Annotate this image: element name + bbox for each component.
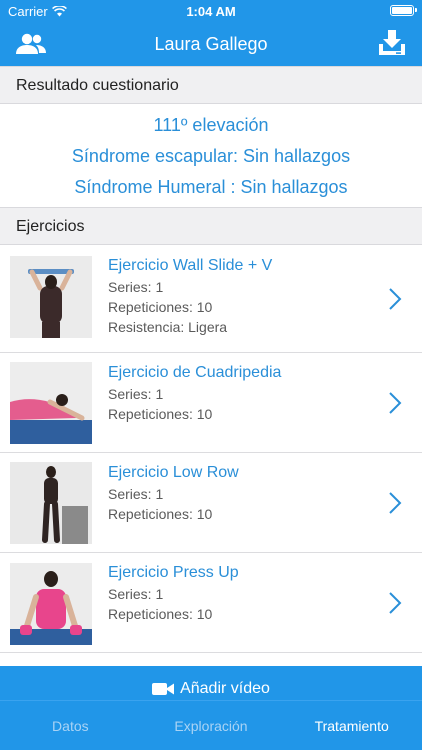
exercise-info: Ejercicio Press Up Series: 1 Repeticione…: [108, 563, 239, 624]
exercise-info: Ejercicio Wall Slide + V Series: 1 Repet…: [108, 256, 272, 337]
exercise-series: Series: 1: [108, 386, 164, 402]
chevron-right-icon: [389, 392, 402, 414]
exercise-thumbnail: [10, 563, 92, 645]
exercise-thumbnail: [10, 362, 92, 444]
exercise-info: Ejercicio de Cuadripedia Series: 1 Repet…: [108, 363, 281, 424]
section-title: Ejercicios: [16, 218, 85, 235]
exercise-repetitions: Repeticiones: 10: [108, 606, 213, 622]
status-bar: Carrier 1:04 AM: [0, 0, 422, 22]
result-humeral: Síndrome Humeral : Sin hallazgos: [74, 177, 348, 197]
section-header-exercises: Ejercicios: [0, 207, 422, 245]
exercise-series: Series: 1: [108, 279, 164, 295]
tab-datos[interactable]: Datos: [0, 701, 141, 750]
exercise-title: Ejercicio Wall Slide + V: [108, 257, 273, 274]
result-elevation: 111º elevación: [153, 115, 269, 135]
add-video-button[interactable]: Añadir vídeo: [0, 666, 422, 704]
exercise-row[interactable]: Ejercicio Low Row Series: 1 Repeticiones…: [0, 453, 422, 553]
page-title: Laura Gallego: [154, 34, 268, 54]
exercise-title: Ejercicio Press Up: [108, 564, 239, 581]
chevron-right-icon: [389, 492, 402, 514]
tab-bar: Datos Exploración Tratamiento: [0, 700, 422, 750]
exercise-title: Ejercicio de Cuadripedia: [108, 364, 282, 381]
questionnaire-results: 111º elevación Síndrome escapular: Sin h…: [0, 104, 422, 208]
exercise-info: Ejercicio Low Row Series: 1 Repeticiones…: [108, 463, 239, 524]
exercise-series: Series: 1: [108, 486, 164, 502]
section-title: Resultado cuestionario: [16, 77, 179, 94]
tab-tratamiento[interactable]: Tratamiento: [281, 701, 422, 750]
tab-exploracion[interactable]: Exploración: [141, 701, 282, 750]
chevron-right-icon: [389, 592, 402, 614]
status-time: 1:04 AM: [186, 4, 236, 19]
battery-icon: [390, 5, 417, 16]
exercise-thumbnail: [10, 256, 92, 338]
exercise-row[interactable]: Ejercicio Press Up Series: 1 Repeticione…: [0, 553, 422, 653]
nav-bar: Laura Gallego: [0, 22, 422, 66]
chevron-right-icon: [389, 288, 402, 310]
video-camera-icon: [152, 683, 175, 695]
download-icon[interactable]: [376, 28, 408, 58]
section-header-questionnaire: Resultado cuestionario: [0, 66, 422, 104]
result-scapular: Síndrome escapular: Sin hallazgos: [71, 146, 351, 166]
exercise-repetitions: Repeticiones: 10: [108, 406, 213, 422]
exercise-repetitions: Repeticiones: 10: [108, 299, 213, 315]
exercise-title: Ejercicio Low Row: [108, 464, 239, 481]
exercise-row[interactable]: Ejercicio de Cuadripedia Series: 1 Repet…: [0, 353, 422, 453]
exercise-resistance: Resistencia: Ligera: [108, 319, 228, 335]
exercise-row[interactable]: Ejercicio Wall Slide + V Series: 1 Repet…: [0, 245, 422, 353]
exercise-repetitions: Repeticiones: 10: [108, 506, 213, 522]
exercise-thumbnail: [10, 462, 92, 544]
exercise-series: Series: 1: [108, 586, 164, 602]
add-video-label: Añadir vídeo: [180, 680, 270, 697]
